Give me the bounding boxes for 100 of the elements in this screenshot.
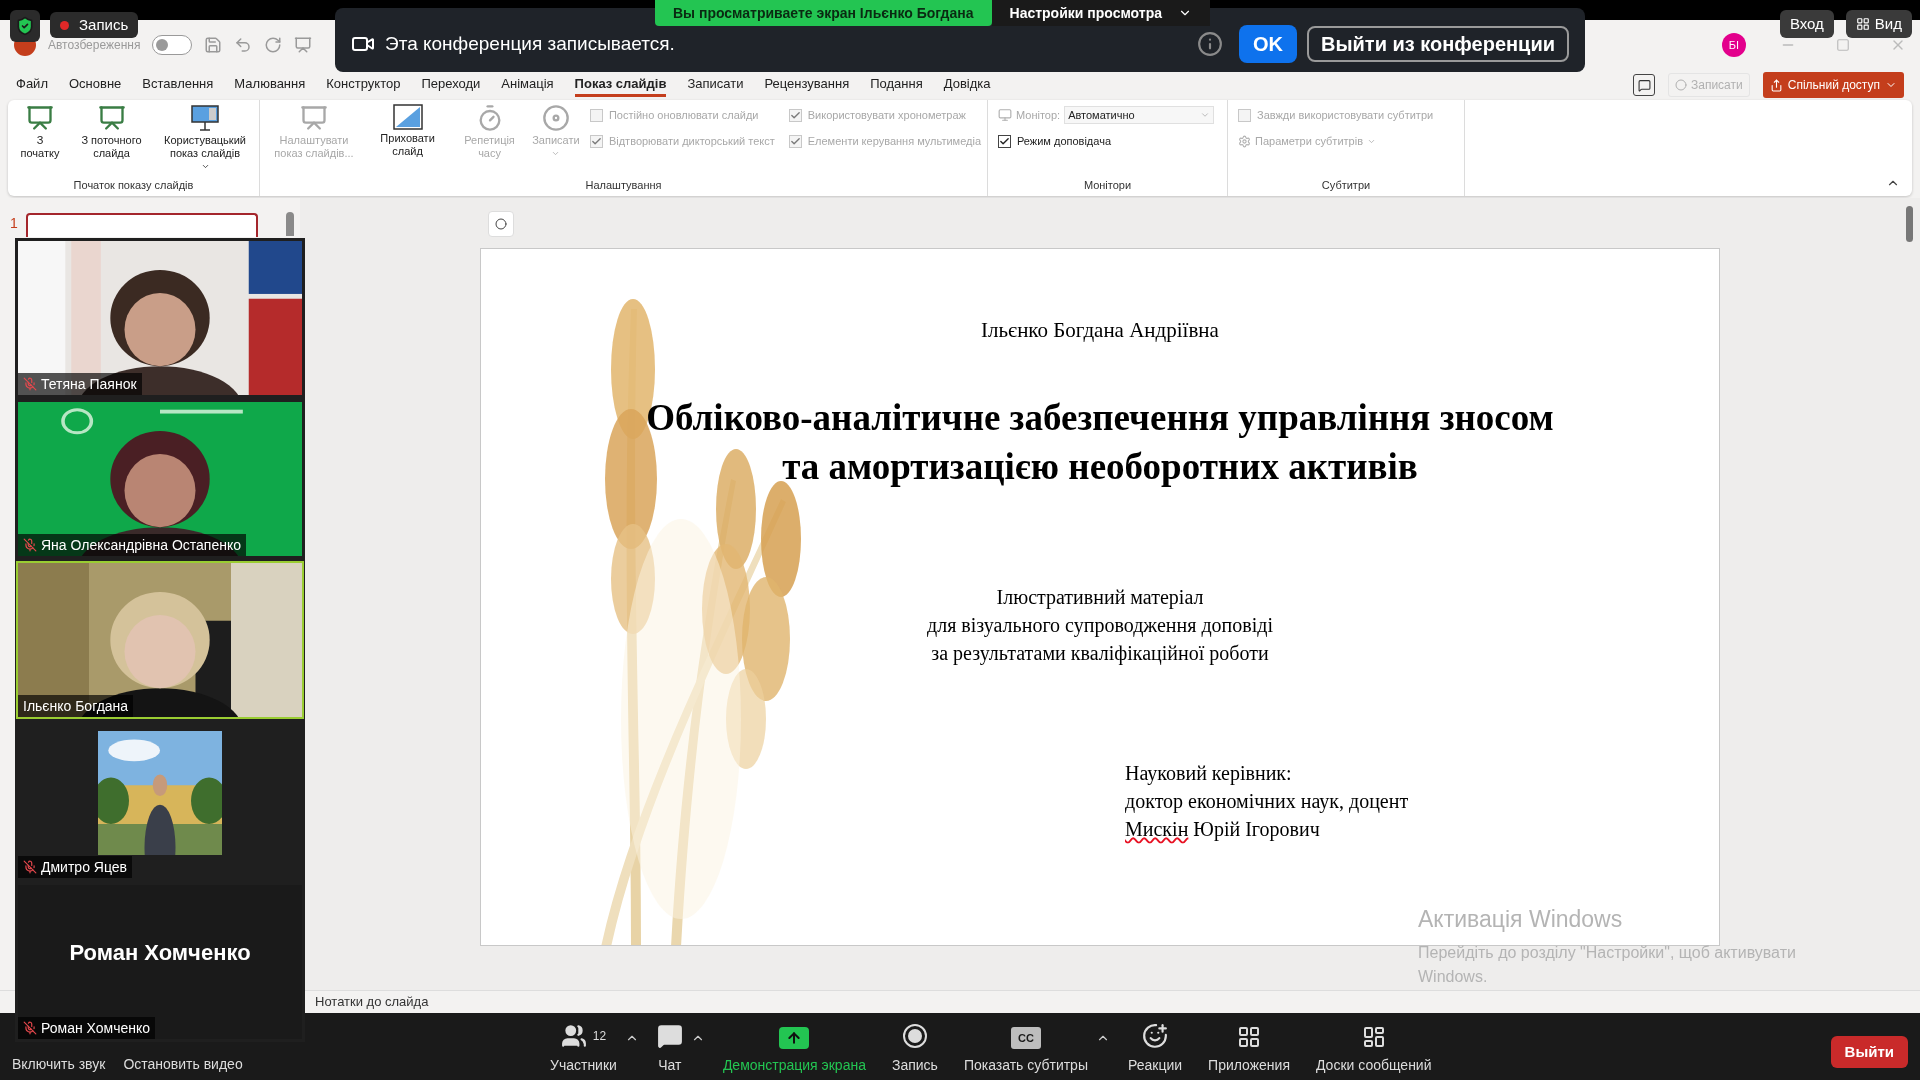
ribbon-button[interactable]: Приховати слайд bbox=[366, 104, 450, 158]
share-button[interactable]: Спільний доступ bbox=[1762, 72, 1904, 98]
checkbox-label: Відтворювати дикторський текст bbox=[608, 133, 775, 149]
toolbar-button[interactable]: 12 Участники bbox=[542, 1013, 625, 1076]
slide-author: Ільєнко Богдана Андріївна bbox=[981, 317, 1219, 344]
activation-message: Перейдіть до розділу "Настройки", щоб активувати Windows. bbox=[1418, 942, 1797, 987]
toolbar-button[interactable]: Доски сообщений bbox=[1308, 1013, 1440, 1076]
leave-meeting-button[interactable]: Выйти из конференции bbox=[1307, 26, 1569, 62]
participant-name-tag: Роман Хомченко bbox=[18, 1017, 155, 1039]
whiteboard-icon bbox=[1361, 1025, 1386, 1049]
toolbar-button[interactable]: CC Показать субтитры bbox=[955, 1013, 1096, 1076]
recording-indicator[interactable]: Запись bbox=[50, 12, 139, 38]
menu-tab[interactable]: Файл bbox=[16, 73, 48, 97]
notes-label[interactable]: Нотатки до слайда bbox=[315, 992, 429, 1012]
toolbar-button[interactable]: Включить звук bbox=[12, 1054, 106, 1075]
record-icon bbox=[541, 104, 570, 132]
participant-tile[interactable]: Яна Олександрівна Остапенко bbox=[16, 400, 304, 558]
ribbon-button[interactable]: Користувацький показ слайдів bbox=[157, 104, 253, 171]
projector-screen-icon bbox=[26, 104, 54, 132]
group-title: Субтитри bbox=[1320, 177, 1372, 193]
slide-subtitle: для візуального супроводження доповіді bbox=[927, 612, 1273, 639]
toolbar-button[interactable]: Приложения bbox=[1200, 1013, 1298, 1076]
slide-title: та амортизацією необоротних активів bbox=[782, 444, 1418, 489]
ribbon-button[interactable]: З поточного слайда bbox=[70, 104, 153, 160]
notice-message: Эта конференция записывается. bbox=[385, 31, 675, 56]
checkbox-label: Завжди використовувати субтитри bbox=[1257, 107, 1434, 123]
group-title: Початок показу слайдів bbox=[72, 177, 195, 193]
toolbar-button[interactable]: Запись bbox=[883, 1013, 946, 1076]
participant-name-tag: Тетяна Паянок bbox=[18, 373, 142, 395]
menu-tab[interactable]: Анімація bbox=[501, 73, 554, 97]
security-shield-icon[interactable] bbox=[10, 10, 40, 42]
activation-title: Активація Windows bbox=[1418, 905, 1624, 934]
checkbox[interactable] bbox=[998, 134, 1011, 148]
supervisor-text: Науковий керівник: bbox=[1125, 760, 1293, 787]
participant-name-tag: Яна Олександрівна Остапенко bbox=[18, 534, 246, 556]
grid-icon bbox=[1855, 17, 1870, 31]
supervisor-text: доктор економічних наук, доцент bbox=[1125, 788, 1409, 815]
ok-button[interactable]: OK bbox=[1239, 25, 1298, 63]
save-icon[interactable] bbox=[204, 36, 223, 54]
undo-icon[interactable] bbox=[234, 36, 253, 54]
ribbon-button[interactable]: З початку bbox=[14, 104, 66, 160]
account-avatar[interactable]: БІ bbox=[1722, 33, 1746, 57]
slide-thumbnail[interactable] bbox=[25, 213, 258, 237]
comment-icon bbox=[1637, 78, 1651, 92]
participant-tile[interactable]: Ільєнко Богдана bbox=[16, 561, 304, 719]
redo-icon[interactable] bbox=[264, 36, 283, 54]
slide-number: 1 bbox=[10, 214, 18, 233]
monitor-icon bbox=[998, 108, 1012, 122]
leave-button[interactable]: Выйти bbox=[1830, 1036, 1908, 1068]
slideshow-icon[interactable] bbox=[294, 36, 313, 54]
projector-screen-icon bbox=[300, 104, 328, 132]
menu-tab[interactable]: Рецензування bbox=[764, 73, 850, 97]
toolbar-button[interactable]: Остановить видео bbox=[123, 1054, 243, 1075]
slide-title: Обліково-аналітичне забезпечення управління зносом bbox=[646, 395, 1554, 440]
slide-subtitle: Ілюстративний матеріал bbox=[996, 584, 1204, 611]
projector-screen-icon bbox=[190, 104, 220, 132]
checkbox-label: Постійно оновлювати слайди bbox=[608, 107, 759, 123]
menu-tab[interactable]: Переходи bbox=[421, 73, 481, 97]
captions-icon: CC bbox=[1010, 1027, 1041, 1049]
group-title: Налаштування bbox=[584, 177, 663, 193]
participants-icon bbox=[560, 1023, 587, 1049]
group-title: Монітори bbox=[1082, 177, 1133, 193]
menu-tab[interactable]: Вставлення bbox=[142, 73, 214, 97]
hide-slide-icon bbox=[392, 104, 423, 130]
scrollbar[interactable] bbox=[1906, 206, 1913, 242]
menu-tab[interactable]: Конструктор bbox=[326, 73, 401, 97]
participant-name-tag: Ільєнко Богдана bbox=[18, 695, 134, 717]
chevron-down-icon bbox=[1200, 110, 1211, 120]
toolbar-button[interactable]: Демонстрация экрана bbox=[714, 1013, 874, 1076]
menu-tab[interactable]: Малювання bbox=[234, 73, 306, 97]
menu-tab[interactable]: Подання bbox=[870, 73, 923, 97]
share-screen-icon bbox=[779, 1027, 810, 1049]
scrollbar[interactable] bbox=[286, 212, 294, 236]
participant-tile[interactable]: Роман Хомченко Роман Хомченко bbox=[16, 883, 304, 1041]
menu-tab[interactable]: Записати bbox=[687, 73, 744, 97]
autosave-label: Автозбереження bbox=[48, 37, 141, 54]
checkbox-label: Використовувати хронометраж bbox=[807, 107, 966, 123]
participant-count: 12 bbox=[592, 1028, 607, 1045]
record-icon bbox=[901, 1023, 928, 1049]
comments-button[interactable] bbox=[1633, 74, 1655, 96]
autosave-toggle[interactable] bbox=[152, 35, 193, 55]
projector-screen-icon bbox=[97, 104, 126, 132]
participant-display-name: Роман Хомченко bbox=[69, 938, 251, 967]
menu-tab[interactable]: Основне bbox=[68, 73, 122, 97]
screen-share-banner: Вы просматриваете экран Ільєнко Богдана bbox=[655, 0, 992, 26]
participant-tile[interactable]: Тетяна Паянок bbox=[16, 239, 304, 397]
participant-name-tag: Дмитро Яцев bbox=[18, 856, 132, 878]
view-options-button[interactable]: Настройки просмотра bbox=[991, 0, 1210, 26]
menu-tab[interactable]: Довідка bbox=[943, 73, 991, 97]
toolbar-button[interactable]: Реакции bbox=[1119, 1013, 1191, 1076]
toolbar-button[interactable]: Чат bbox=[648, 1013, 691, 1076]
accessibility-button[interactable] bbox=[488, 211, 514, 237]
apps-icon bbox=[1237, 1025, 1261, 1049]
zoom-top-button[interactable]: Вид bbox=[1845, 10, 1912, 38]
info-icon[interactable] bbox=[1197, 31, 1224, 57]
supervisor-text: Мискін Юрій Ігорович bbox=[1125, 816, 1321, 843]
slide-subtitle: за результатами кваліфікаційної роботи bbox=[931, 640, 1269, 667]
zoom-top-button[interactable]: Вход bbox=[1779, 10, 1834, 38]
chat-icon bbox=[656, 1023, 683, 1049]
checkbox-label: Елементи керування мультимедіа bbox=[807, 133, 981, 149]
